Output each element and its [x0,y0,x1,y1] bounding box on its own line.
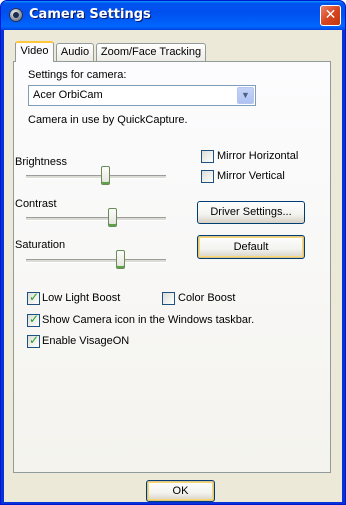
contrast-label: Contrast [15,198,57,210]
enable-visageon-checkbox[interactable] [27,333,40,348]
brightness-slider-track[interactable] [26,175,166,179]
mirror-vertical-label[interactable]: Mirror Vertical [217,170,285,182]
default-button-label: Default [233,241,269,253]
title-bar[interactable]: Camera Settings ✕ [1,1,345,30]
low-light-boost-label[interactable]: Low Light Boost [42,292,120,304]
mirror-vertical-checkbox[interactable] [201,170,214,183]
dialog-body: Video Audio Zoom/Face Tracking Settings … [4,30,342,502]
video-tab-panel: Settings for camera: Acer OrbiCam ▼ Came… [13,61,331,473]
close-button[interactable]: ✕ [320,5,341,26]
brightness-label: Brightness [15,156,67,168]
show-camera-icon-label[interactable]: Show Camera icon in the Windows taskbar. [42,314,254,326]
chevron-down-icon[interactable]: ▼ [237,87,254,104]
tab-zoom-face-tracking[interactable]: Zoom/Face Tracking [96,43,206,61]
driver-settings-button-label: Driver Settings... [210,206,292,218]
contrast-slider-thumb[interactable] [108,208,117,227]
tab-audio-label: Audio [60,46,90,58]
tab-video[interactable]: Video [15,41,54,62]
camera-status-text: Camera in use by QuickCapture. [28,114,188,126]
tab-video-label: Video [20,45,49,57]
saturation-slider-track[interactable] [26,259,166,263]
enable-visageon-label[interactable]: Enable VisageON [42,335,129,347]
low-light-boost-checkbox[interactable] [27,290,40,305]
window-title: Camera Settings [29,7,151,22]
settings-for-camera-label: Settings for camera: [28,69,127,81]
mirror-horizontal-label[interactable]: Mirror Horizontal [217,150,298,162]
contrast-slider-track[interactable] [26,217,166,221]
webcam-icon [9,8,23,22]
tab-zoom-face-tracking-label: Zoom/Face Tracking [100,46,202,58]
color-boost-checkbox[interactable] [162,292,175,305]
tab-audio[interactable]: Audio [56,43,94,61]
camera-settings-window: Camera Settings ✕ Video Audio Zoom/Face … [0,0,346,505]
mirror-horizontal-checkbox[interactable] [201,150,214,163]
driver-settings-button[interactable]: Driver Settings... [197,201,305,224]
brightness-slider-thumb[interactable] [101,166,110,185]
default-button[interactable]: Default [197,235,305,259]
ok-button-label: OK [172,485,189,497]
saturation-label: Saturation [15,239,66,251]
show-camera-icon-checkbox[interactable] [27,312,40,327]
saturation-slider-thumb[interactable] [116,250,125,269]
camera-select-value: Acer OrbiCam [33,89,103,101]
camera-select[interactable]: Acer OrbiCam ▼ [28,85,256,106]
color-boost-label[interactable]: Color Boost [178,292,235,304]
ok-button[interactable]: OK [146,480,215,502]
close-icon: ✕ [324,7,337,23]
